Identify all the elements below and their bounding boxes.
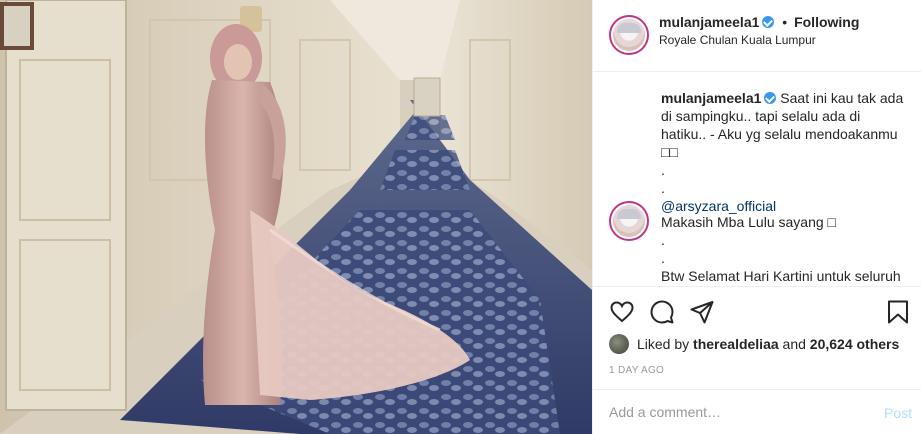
save-button[interactable] <box>885 299 911 325</box>
caption-text: . <box>661 162 665 178</box>
like-button[interactable] <box>609 299 635 325</box>
caption-text: . <box>661 180 665 196</box>
comments-area[interactable]: mulanjameela1 Saat ini kau tak ada di sa… <box>593 73 921 286</box>
verified-badge-icon <box>764 92 777 104</box>
caption-body: mulanjameela1 Saat ini kau tak ada di sa… <box>661 89 911 215</box>
following-button[interactable]: Following <box>794 14 859 30</box>
post-timestamp[interactable]: 1 DAY AGO <box>609 365 664 376</box>
liker-avatar[interactable] <box>609 334 629 354</box>
post-button[interactable]: Post <box>884 405 912 421</box>
likes-and: and <box>782 336 806 352</box>
likes-summary: Liked by therealdeliaa and 20,624 others <box>609 334 899 354</box>
reply-text: . <box>661 250 665 266</box>
reply-text: . <box>661 232 665 248</box>
post-header: mulanjameela1 • Following Royale Chulan … <box>593 0 921 72</box>
post-panel: mulanjameela1 • Following Royale Chulan … <box>592 0 921 434</box>
bookmark-icon <box>888 300 908 324</box>
share-button[interactable] <box>689 299 715 325</box>
caption-text: Saat ini kau tak ada <box>780 90 904 106</box>
heart-icon <box>610 301 634 323</box>
verified-badge-icon <box>762 16 775 28</box>
liker-username-link[interactable]: therealdeliaa <box>693 336 779 352</box>
location-link[interactable]: Royale Chulan Kuala Lumpur <box>659 33 816 47</box>
reply-body: Makasih Mba Lulu sayang □ . . Btw Selama… <box>661 213 911 285</box>
post-photo[interactable] <box>0 0 592 434</box>
separator-dot: • <box>782 14 788 30</box>
hallway-photo-image <box>0 0 592 434</box>
comment-icon <box>650 300 674 324</box>
avatar-hat-shape <box>617 209 641 219</box>
share-icon <box>690 301 714 324</box>
caption-line: mulanjameela1 Saat ini kau tak ada <box>661 89 911 107</box>
reply-text: Makasih Mba Lulu sayang □ <box>661 214 836 230</box>
caption-username-link[interactable]: mulanjameela1 <box>661 90 761 106</box>
caption-text: di sampingku.. tapi selalu ada di <box>661 108 861 124</box>
likes-prefix: Liked by <box>637 336 690 352</box>
username-link[interactable]: mulanjameela1 <box>659 14 759 30</box>
avatar-hat-shape <box>617 23 641 33</box>
avatar[interactable] <box>609 15 649 55</box>
caption-text: □□ <box>661 144 678 160</box>
action-bar <box>593 286 921 338</box>
caption-text: hatiku.. - Aku yg selalu mendoakanmu <box>661 126 898 142</box>
header-name-row: mulanjameela1 • Following <box>659 14 859 30</box>
reply-text: Btw Selamat Hari Kartini untuk seluruh <box>661 268 901 284</box>
likes-count-link[interactable]: 20,624 others <box>810 336 900 352</box>
comment-button[interactable] <box>649 299 675 325</box>
avatar[interactable] <box>609 201 649 241</box>
add-comment-bar: Post <box>593 389 921 434</box>
comment-input[interactable] <box>609 404 859 420</box>
